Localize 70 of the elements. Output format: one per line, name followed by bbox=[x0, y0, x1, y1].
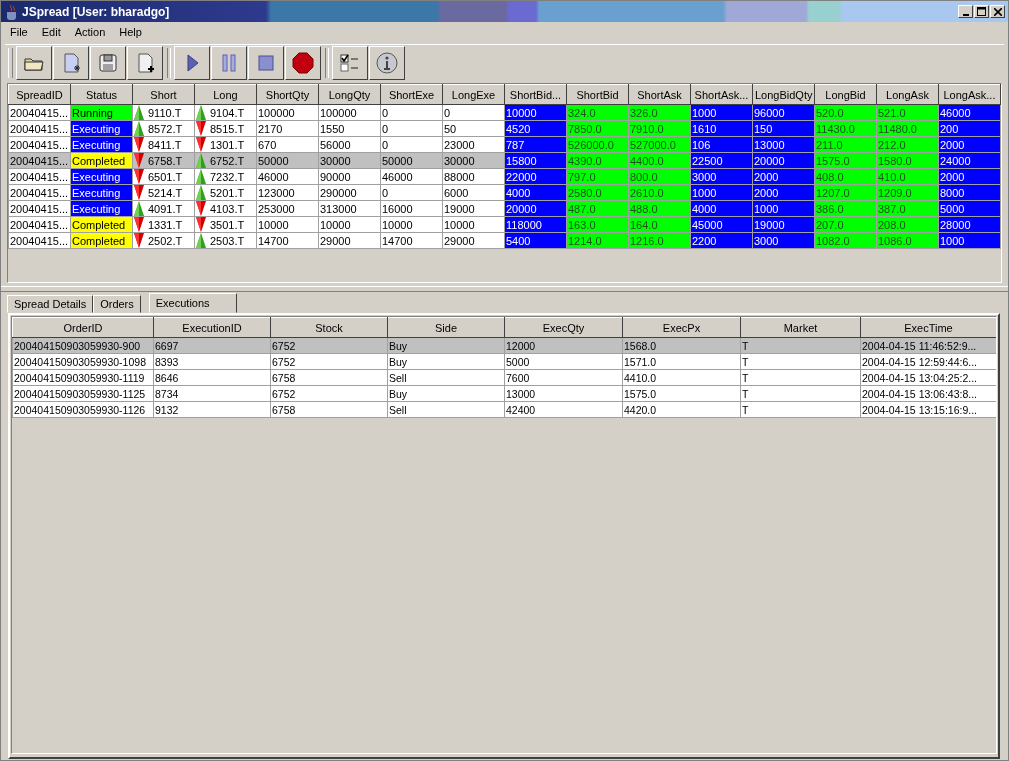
column-header[interactable]: LongQty bbox=[318, 84, 381, 105]
cup-icon bbox=[5, 3, 19, 20]
stock-code: 5214.T bbox=[148, 185, 183, 200]
tab[interactable]: Orders bbox=[93, 295, 141, 313]
toolbar-button[interactable] bbox=[332, 46, 368, 80]
save-icon bbox=[96, 51, 120, 75]
menu-item[interactable]: File bbox=[3, 26, 35, 38]
column-header[interactable]: ShortAsk bbox=[628, 84, 691, 105]
column-header[interactable]: Market bbox=[740, 317, 861, 338]
toolbar-button[interactable] bbox=[127, 46, 163, 80]
column-header[interactable]: Side bbox=[387, 317, 505, 338]
stock-code: 8411.T bbox=[148, 137, 182, 152]
stock-code: 6758.T bbox=[148, 153, 183, 168]
stock-code: 9104.T bbox=[210, 105, 245, 120]
stock-code: 4103.T bbox=[210, 201, 245, 216]
minimize-button[interactable] bbox=[958, 5, 973, 18]
column-header[interactable]: Short bbox=[132, 84, 195, 105]
stock-code: 6752.T bbox=[210, 153, 245, 168]
tab[interactable]: Executions bbox=[148, 293, 237, 313]
stop-sign-icon bbox=[291, 51, 315, 75]
tab[interactable]: Spread Details bbox=[7, 295, 94, 313]
column-header[interactable]: SpreadID bbox=[8, 84, 71, 105]
menu-item[interactable]: Edit bbox=[34, 26, 68, 38]
column-header[interactable]: ExecQty bbox=[504, 317, 623, 338]
menu-item[interactable]: Action bbox=[67, 26, 113, 38]
column-header[interactable]: LongBidQty bbox=[752, 84, 815, 105]
toolbar-button[interactable] bbox=[211, 46, 247, 80]
column-header[interactable]: ShortExe bbox=[380, 84, 443, 105]
column-header[interactable]: LongBid bbox=[814, 84, 877, 105]
column-header[interactable]: LongAsk bbox=[876, 84, 939, 105]
info-icon bbox=[375, 51, 399, 75]
column-header[interactable]: ExecPx bbox=[622, 317, 741, 338]
column-header[interactable]: LongAsk... bbox=[938, 84, 1001, 105]
toolbar-button[interactable] bbox=[174, 46, 210, 80]
stock-code: 9110.T bbox=[148, 105, 182, 120]
stock-code: 6501.T bbox=[148, 169, 183, 184]
column-header[interactable]: ShortBid... bbox=[504, 84, 567, 105]
close-icon bbox=[993, 7, 1002, 16]
stock-code: 2503.T bbox=[210, 233, 245, 248]
column-header[interactable]: Stock bbox=[270, 317, 388, 338]
stock-code: 3501.T bbox=[210, 217, 245, 232]
stock-code: 1301.T bbox=[210, 137, 245, 152]
menu-item[interactable]: Help bbox=[112, 26, 149, 38]
toolbar-button[interactable] bbox=[16, 46, 52, 80]
column-header[interactable]: ShortAsk... bbox=[690, 84, 753, 105]
toolbar-button[interactable] bbox=[90, 46, 126, 80]
minimize-icon bbox=[962, 13, 969, 16]
toolbar-button[interactable] bbox=[369, 46, 405, 80]
toolbar-button[interactable] bbox=[53, 46, 89, 80]
column-header[interactable]: ExecutionID bbox=[153, 317, 271, 338]
stock-code: 2502.T bbox=[148, 233, 183, 248]
window-title: JSpread [User: bharadgo] bbox=[22, 4, 170, 19]
stock-code: 8572.T bbox=[148, 121, 183, 136]
toolbar-button[interactable] bbox=[285, 46, 321, 80]
stock-code: 5201.T bbox=[210, 185, 245, 200]
column-header[interactable]: LongExe bbox=[442, 84, 505, 105]
stock-code: 8515.T bbox=[210, 121, 245, 136]
toolbar-button[interactable] bbox=[248, 46, 284, 80]
column-header[interactable]: ShortQty bbox=[256, 84, 319, 105]
column-header[interactable]: OrderID bbox=[12, 317, 154, 338]
close-button[interactable] bbox=[990, 5, 1005, 18]
column-header[interactable]: Status bbox=[70, 84, 133, 105]
column-header[interactable]: ShortBid bbox=[566, 84, 629, 105]
maximize-icon bbox=[977, 7, 986, 16]
column-header[interactable]: ExecTime bbox=[860, 317, 996, 338]
stock-code: 1331.T bbox=[148, 217, 183, 232]
column-header[interactable]: Long bbox=[194, 84, 257, 105]
stock-code: 7232.T bbox=[210, 169, 245, 184]
maximize-button[interactable] bbox=[974, 5, 989, 18]
stock-code: 4091.T bbox=[148, 201, 183, 216]
